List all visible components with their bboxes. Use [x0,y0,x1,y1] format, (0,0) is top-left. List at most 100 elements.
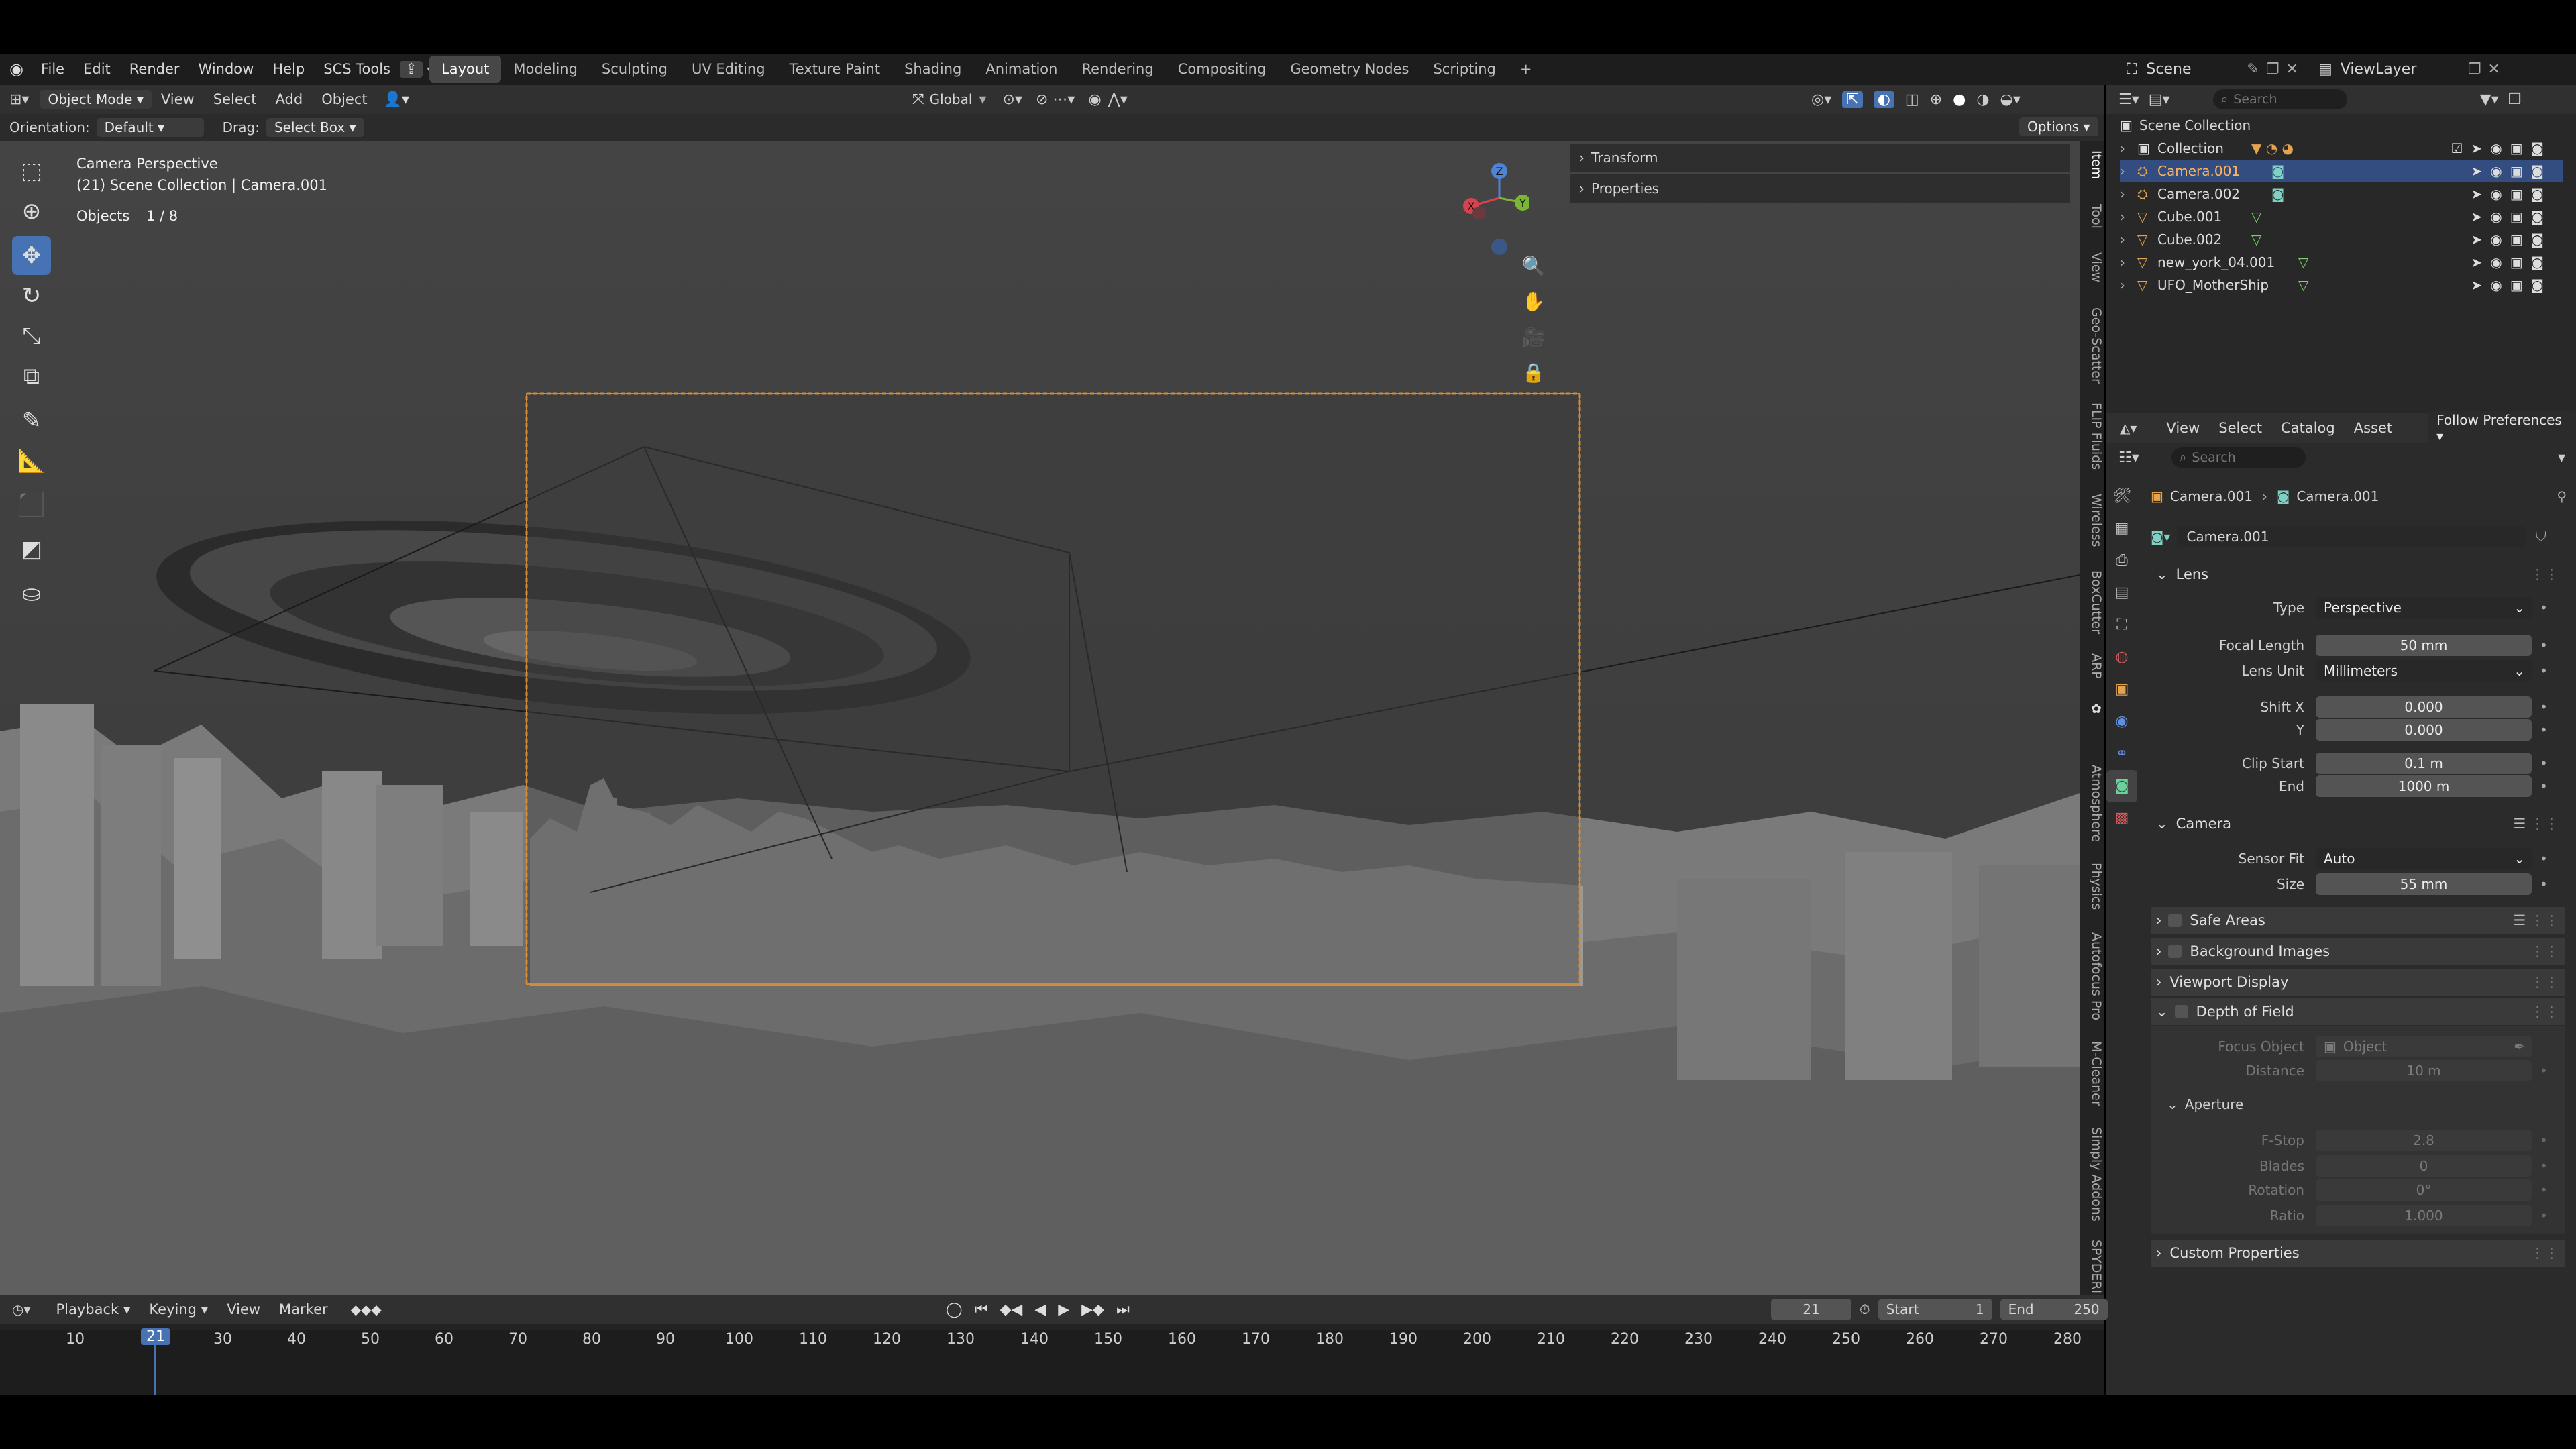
menu-help[interactable]: Help [263,61,314,77]
clip-start-field[interactable]: 0.1 m [2316,753,2532,774]
shading-solid-icon[interactable]: ● [1953,91,1966,108]
fake-user-icon[interactable]: ⛉ [2535,529,2546,545]
restrict-icons[interactable]: ➤◉▣◙ [2471,231,2552,248]
keyframe-dot[interactable]: • [2540,722,2548,738]
constraint-tab-icon[interactable]: ⚭ [2106,738,2137,770]
timeline-track[interactable] [0,1330,2104,1395]
pan-hand-icon[interactable]: ✋ [1515,284,1552,319]
playhead-frame[interactable]: 21 [141,1328,170,1345]
measure-tool-icon[interactable]: 📐 [12,441,51,480]
menu-view[interactable]: View [152,91,204,107]
zoom-icon[interactable]: 🔍 [1515,248,1552,284]
tab-texture-paint[interactable]: Texture Paint [777,56,893,83]
display-mode-icon[interactable]: ▤▾ [2149,91,2170,108]
menu-select[interactable]: Select [204,91,266,107]
scene-icon[interactable]: ⛶ [2127,61,2137,78]
texture-tab-icon[interactable]: ▩ [2106,802,2137,835]
tab-item[interactable]: Item [2084,150,2104,179]
uv-tool-icon[interactable]: ◩ [12,530,51,569]
tab-shading[interactable]: Shading [892,56,973,83]
scene-tab-icon[interactable]: ⛶ [2106,609,2137,641]
options-button[interactable]: Options ▾ [2019,117,2098,136]
lens-type-dropdown[interactable]: Perspective ⌄ [2316,597,2532,619]
menu-view[interactable]: View [217,1301,270,1318]
filter-icon[interactable]: ▼▾ [2480,91,2499,108]
keyframe-dot[interactable]: • [2540,1182,2548,1198]
rotate-tool-icon[interactable]: ↻ [12,276,51,315]
restrict-icons[interactable]: ☑➤◉▣◙ [2451,140,2552,156]
menu-playback[interactable]: Playback ▾ [47,1301,140,1318]
mode-dropdown[interactable]: Object Mode ▾ [40,90,152,109]
keyframe-dot[interactable]: • [2540,1158,2548,1174]
add-cube-tool-icon[interactable]: ⬛ [12,486,51,525]
upload-icon[interactable]: ⇪ [399,60,423,78]
tab-autofocus-pro[interactable]: Autofocus Pro [2084,932,2104,1020]
dof-checkbox[interactable] [2174,1005,2188,1018]
record-icon[interactable]: ◯ [946,1301,963,1318]
tab-view[interactable]: View [2084,252,2104,282]
blades-field[interactable]: 0 [2316,1155,2532,1177]
restrict-icons[interactable]: ➤◉▣◙ [2471,209,2552,225]
tab-scripting[interactable]: Scripting [1421,56,1507,83]
lens-unit-dropdown[interactable]: Millimeters ⌄ [2316,660,2532,682]
ratio-field[interactable]: 1.000 [2316,1205,2532,1226]
delete-layer-icon[interactable]: ✕ [2488,61,2500,78]
start-frame-field[interactable]: Start 1 [1878,1299,1992,1320]
new-scene-icon[interactable]: ❐ [2266,61,2279,78]
shift-x-field[interactable]: 0.000 [2316,696,2532,718]
current-frame-field[interactable]: 21 [1771,1299,1851,1320]
new-collection-icon[interactable]: ❐ [2508,91,2522,108]
drag-handle-icon[interactable]: ⋮⋮ [2530,943,2559,959]
focus-object-field[interactable]: ▣ Object ✒ [2316,1036,2532,1057]
fstop-field[interactable]: 2.8 [2316,1130,2532,1151]
proportional-edit-icon[interactable]: ◉ [1088,91,1101,108]
keyframe-icons[interactable]: ◆◆◆ [351,1301,382,1318]
chevron-right-icon[interactable]: › [2120,231,2137,248]
tab-physics[interactable]: Physics [2084,863,2104,910]
tab-uv-editing[interactable]: UV Editing [680,56,777,83]
chevron-right-icon[interactable]: › [2120,163,2137,179]
restrict-icons[interactable]: ➤◉▣◙ [2471,254,2552,270]
drag-handle-icon[interactable]: ⋮⋮ [2530,974,2559,990]
keyframe-dot[interactable]: • [2540,1063,2548,1079]
drag-dropdown[interactable]: Select Box ▾ [266,118,364,137]
outliner-row-ufo[interactable]: › ▽ UFO_MotherShip ▽ ➤◉▣◙ [2120,274,2563,297]
menu-keying[interactable]: Keying ▾ [140,1301,217,1318]
keyframe-dot[interactable]: • [2540,851,2548,867]
asset-browser-icon[interactable]: ◭▾ [2120,420,2137,436]
menu-catalog[interactable]: Catalog [2271,420,2345,436]
keyframe-dot[interactable]: • [2540,663,2548,679]
tab-arp[interactable]: ARP [2084,653,2104,679]
chevron-right-icon[interactable]: › [2120,209,2137,225]
cursor-tool-icon[interactable]: ⊕ [12,192,51,231]
outliner-row-cube-001[interactable]: › ▽ Cube.001 ▽ ➤◉▣◙ [2120,205,2563,228]
tab-sculpting[interactable]: Sculpting [590,56,680,83]
timeline-editor-icon[interactable]: ◷▾ [12,1301,31,1318]
restrict-icons[interactable]: ➤◉▣◙ [2471,163,2552,179]
sidebar-properties-section[interactable]: › Properties [1570,174,2070,203]
tab-simply-addons[interactable]: Simply Addons [2084,1127,2104,1222]
play-icon[interactable]: ▶ [1058,1301,1069,1318]
snap-icon[interactable]: ⊘ ⋯▾ [1036,91,1075,108]
chevron-down-icon[interactable]: ▾ [2558,449,2565,466]
keyframe-dot[interactable]: • [2540,778,2548,794]
outliner-row-new-york[interactable]: › ▽ new_york_04.001 ▽ ➤◉▣◙ [2120,251,2563,274]
select-box-tool-icon[interactable]: ⬚ [12,152,51,191]
shift-y-field[interactable]: 0.000 [2316,719,2532,741]
stopwatch-icon[interactable]: ⏱ [1860,1301,1870,1318]
transform-tool-icon[interactable]: ⧉ [12,357,51,396]
menu-view[interactable]: View [2157,420,2209,436]
shading-rendered-icon[interactable]: ◒▾ [2000,91,2021,108]
editor-type-icon[interactable]: ⊞▾ [9,91,29,108]
outliner-editor-icon[interactable]: ☰▾ [2118,91,2139,108]
scene-name[interactable]: Scene [2146,61,2247,78]
render-tab-icon[interactable]: ▦ [2106,513,2137,545]
annotate-tool-icon[interactable]: ✎ [12,401,51,440]
sensor-size-field[interactable]: 55 mm [2316,873,2532,895]
lock-icon[interactable]: 🔒 [1515,355,1552,390]
world-tab-icon[interactable]: ◍ [2106,641,2137,674]
play-reverse-icon[interactable]: ◀ [1034,1301,1046,1318]
chevron-right-icon[interactable]: › [2120,254,2137,270]
focal-length-field[interactable]: 50 mm [2316,635,2532,656]
tab-layout[interactable]: Layout [429,56,502,83]
